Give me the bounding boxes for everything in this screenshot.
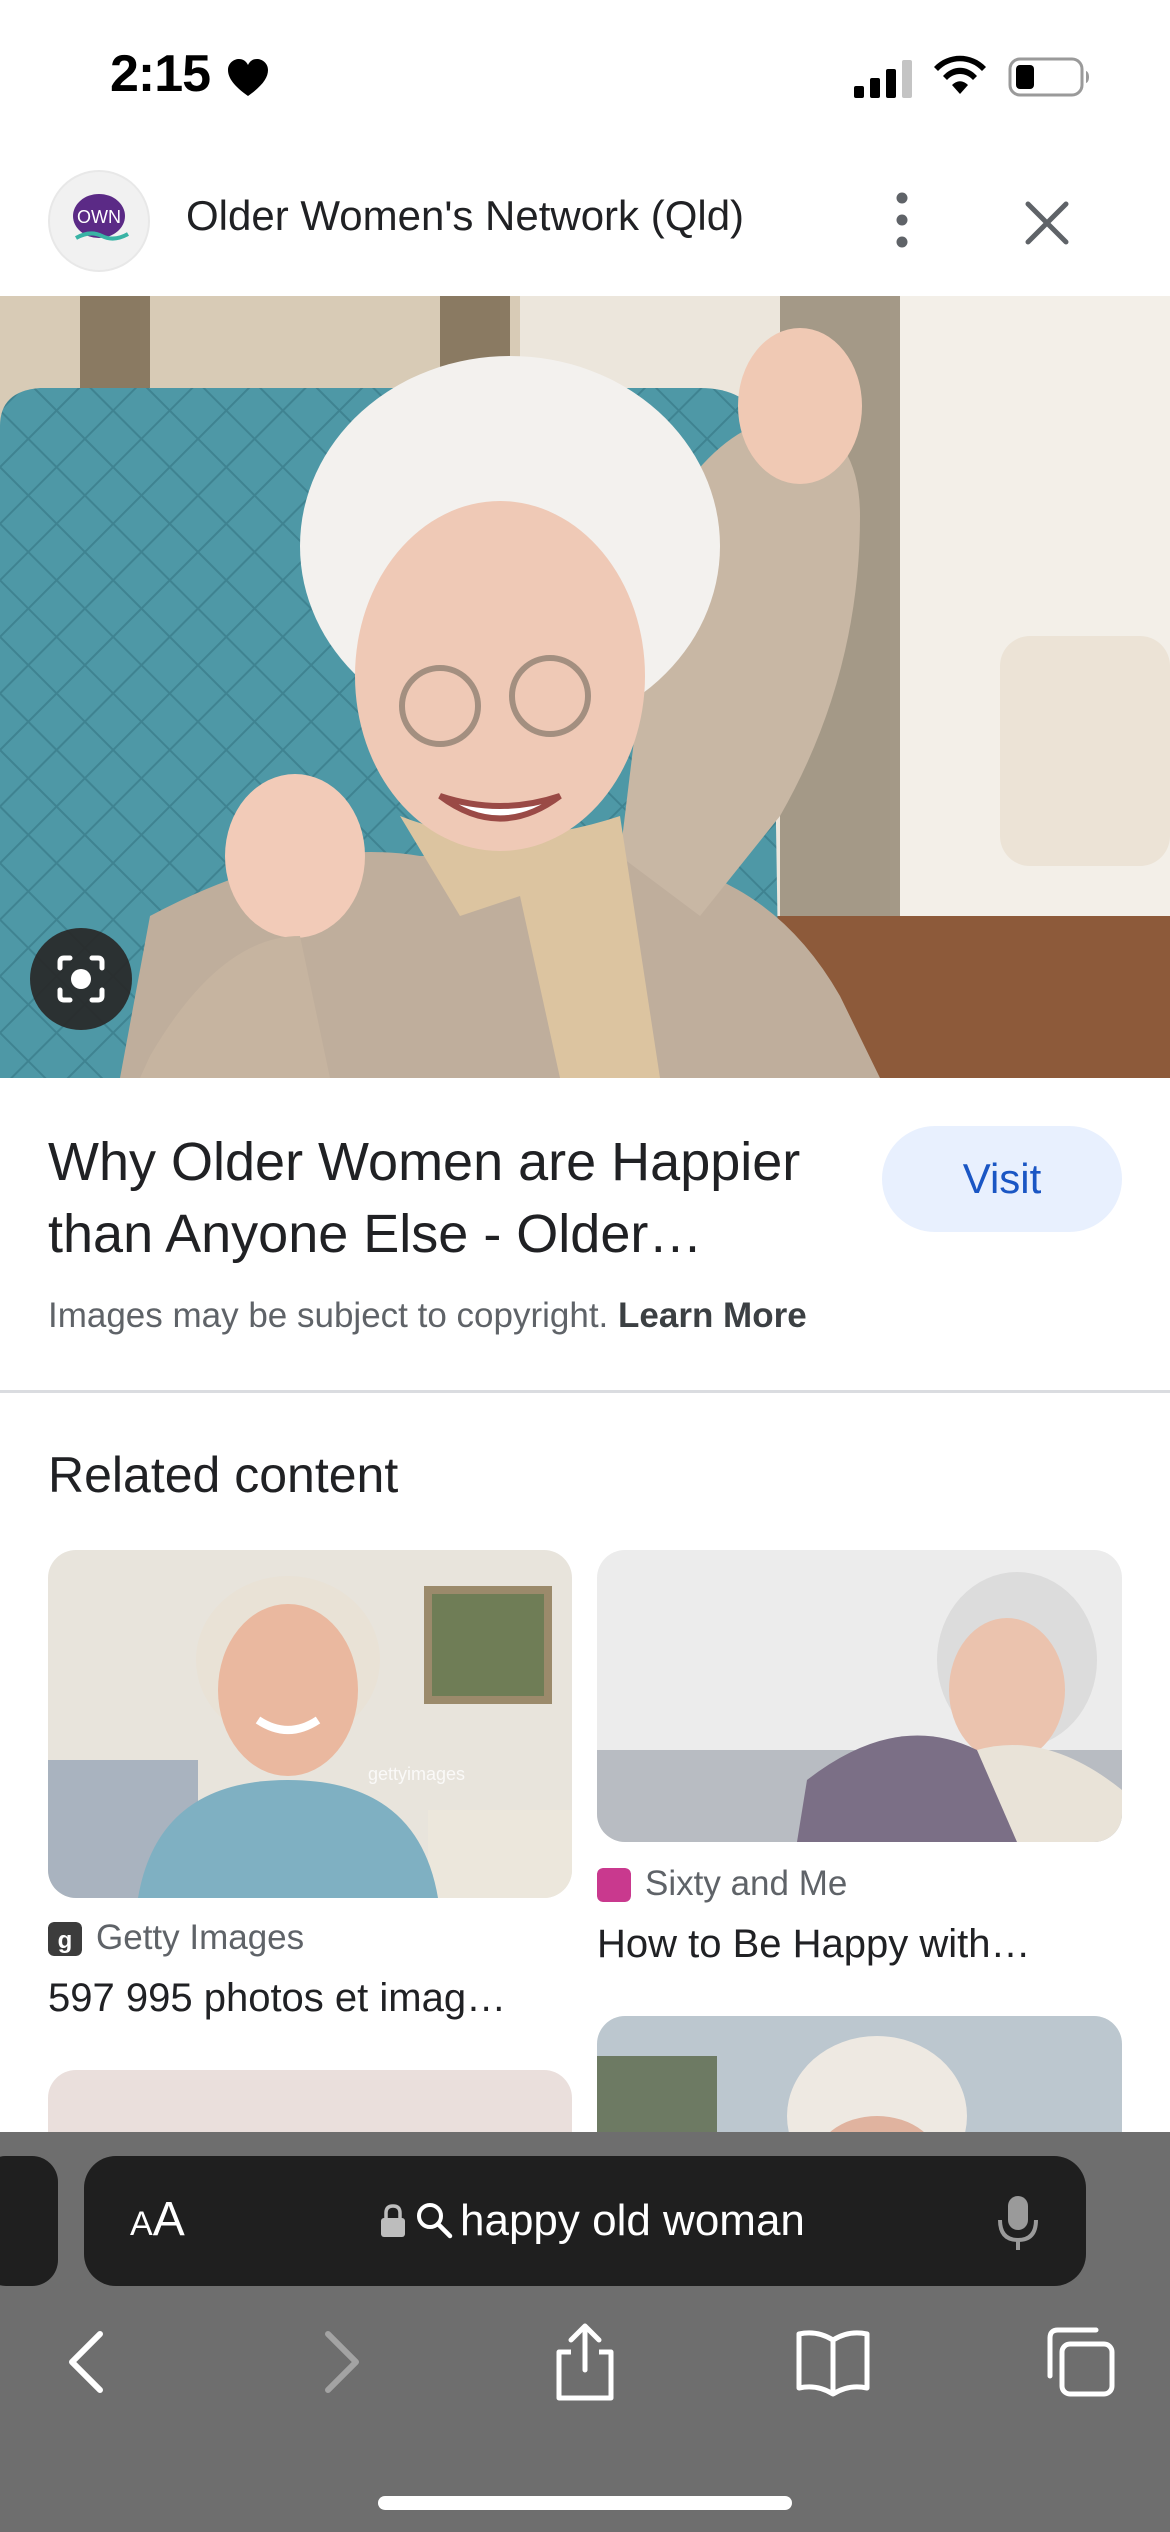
card-source: Sixty and Me	[645, 1864, 848, 1903]
visit-button[interactable]: Visit	[882, 1126, 1122, 1232]
site-logo[interactable]: OWN	[48, 170, 150, 272]
address-bar-query[interactable]: happy old woman	[460, 2196, 805, 2246]
search-icon	[417, 2203, 453, 2239]
related-photo-getty: gettyimages	[48, 1550, 572, 1898]
svg-text:gettyimages: gettyimages	[368, 1764, 465, 1784]
result-image[interactable]	[0, 296, 1170, 1078]
card-title[interactable]: How to Be Happy with…	[597, 1922, 1031, 1967]
lens-icon	[57, 955, 105, 1003]
battery-icon	[1008, 57, 1089, 97]
source-header: OWN Older Women's Network (Qld)	[0, 160, 1170, 296]
result-title[interactable]: Why Older Women are Happier than Anyone …	[48, 1126, 868, 1270]
reader-options-button[interactable]: AA	[130, 2192, 185, 2247]
share-icon[interactable]	[545, 2322, 625, 2402]
card-title[interactable]: 597 995 photos et imag…	[48, 1976, 506, 2021]
related-card-image[interactable]: gettyimages	[48, 1550, 572, 1898]
previous-tab-preview[interactable]	[0, 2156, 58, 2286]
hero-photo	[0, 296, 1170, 1078]
bookmarks-icon[interactable]	[793, 2322, 873, 2402]
back-icon[interactable]	[48, 2322, 128, 2402]
svg-text:OWN: OWN	[77, 207, 121, 227]
card-source: Getty Images	[96, 1918, 305, 1957]
cellular-signal-icon	[854, 60, 912, 98]
result-title-line2: than Anyone Else - Older…	[48, 1204, 703, 1264]
own-logo-icon: OWN	[73, 194, 129, 241]
related-photo-sixty	[597, 1550, 1122, 1842]
more-options-icon[interactable]	[870, 188, 934, 252]
related-content-heading: Related content	[48, 1447, 399, 1503]
wifi-icon	[934, 55, 986, 94]
getty-images-favicon-icon: g	[48, 1922, 82, 1956]
copyright-notice: Images may be subject to copyright. Lear…	[48, 1296, 807, 1336]
address-bar[interactable]: AA happy old woman	[84, 2156, 1086, 2286]
related-card-image[interactable]	[597, 1550, 1122, 1842]
copyright-text: Images may be subject to copyright.	[48, 1296, 609, 1335]
status-time: 2:15	[110, 45, 211, 103]
forward-icon[interactable]	[300, 2322, 380, 2402]
result-title-line1: Why Older Women are Happier	[48, 1132, 801, 1192]
google-lens-button[interactable]	[30, 928, 132, 1030]
lock-icon	[381, 2204, 405, 2237]
heart-icon	[228, 59, 268, 96]
section-divider	[0, 1390, 1170, 1393]
svg-text:g: g	[58, 1927, 73, 1954]
learn-more-link[interactable]: Learn More	[618, 1296, 807, 1335]
status-bar: 2:15	[0, 0, 1170, 150]
home-indicator[interactable]	[378, 2496, 792, 2510]
tabs-icon[interactable]	[1040, 2322, 1120, 2402]
close-icon[interactable]	[1012, 188, 1082, 258]
site-name[interactable]: Older Women's Network (Qld)	[186, 192, 744, 240]
microphone-icon[interactable]	[996, 2194, 1040, 2252]
browser-toolbar: AA happy old woman	[0, 2132, 1170, 2532]
sixty-and-me-favicon-icon	[597, 1868, 631, 1902]
